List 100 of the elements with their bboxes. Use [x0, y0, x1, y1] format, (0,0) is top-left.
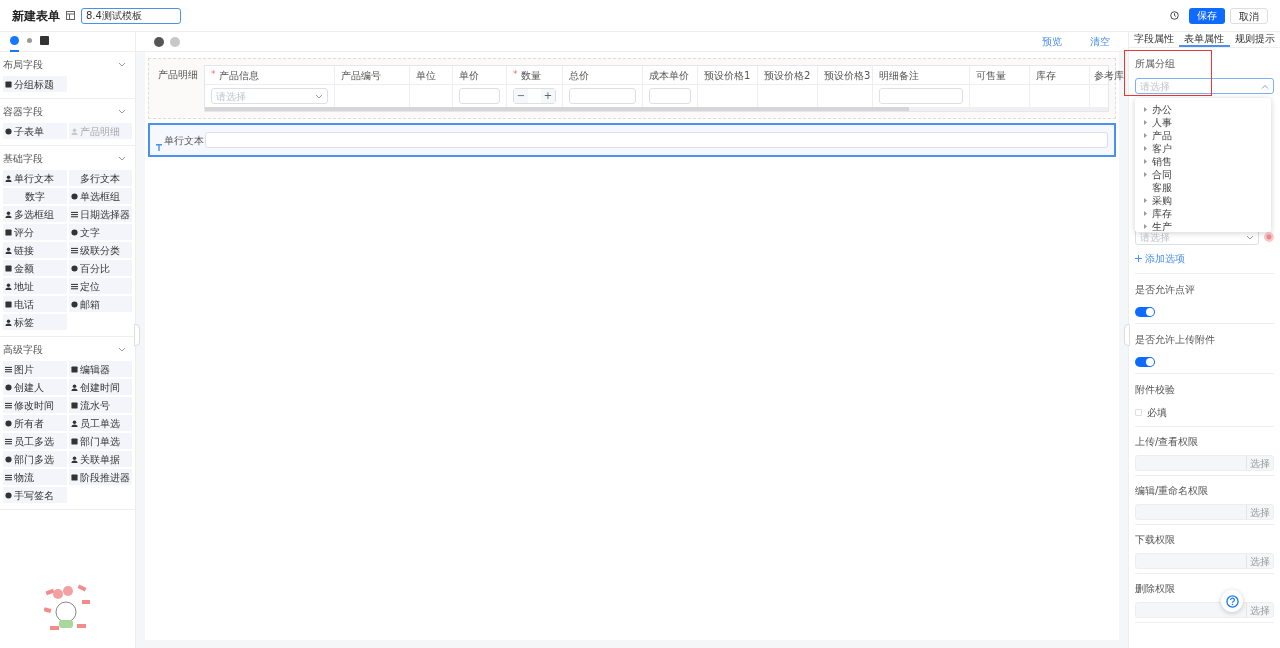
expand-arrow-icon[interactable] [1144, 224, 1147, 229]
field-type-item[interactable]: 百分比 [68, 260, 132, 276]
collapse-handle[interactable] [1124, 324, 1130, 346]
field-type-item[interactable]: 子表单 [3, 123, 67, 139]
circle-icon [5, 383, 12, 391]
setting-label: 上传/查看权限 [1135, 435, 1200, 449]
field-type-item[interactable]: 电话 [3, 296, 67, 312]
square-icon [70, 437, 78, 445]
expand-arrow-icon[interactable] [1144, 120, 1147, 125]
page-title: 新建表单 [12, 7, 60, 25]
field-type-item[interactable]: 修改时间 [3, 397, 67, 413]
field-type-item[interactable]: 金额 [3, 260, 67, 276]
field-type-item[interactable]: 链接 [3, 242, 67, 258]
template-name-field[interactable]: 8.4测试模板 [81, 7, 181, 24]
field-type-item[interactable]: 文字 [68, 224, 132, 240]
plus-icon [1135, 255, 1142, 262]
square-icon [70, 473, 78, 481]
field-type-item[interactable]: 物流 [3, 469, 67, 485]
field-type-item[interactable]: 分组标题 [3, 76, 67, 92]
tree-option[interactable]: 采购 [1135, 194, 1271, 207]
field-type-item[interactable]: 阶段推进器 [68, 469, 132, 485]
tree-option[interactable]: 库存 [1135, 207, 1271, 220]
tree-option[interactable]: 客户 [1135, 142, 1271, 155]
text-input-field[interactable] [205, 132, 1108, 148]
column-header: 数量 [520, 68, 541, 83]
field-type-item[interactable]: 部门多选 [3, 451, 67, 467]
field-type-item[interactable]: 地址 [3, 278, 67, 294]
expand-arrow-icon[interactable] [1144, 133, 1147, 138]
text-type-icon [156, 144, 162, 151]
list-icon [70, 210, 78, 218]
checkbox[interactable] [1135, 409, 1142, 416]
field-type-item[interactable]: 编辑器 [68, 361, 132, 377]
column-header: 预设价格1 [704, 68, 751, 83]
expand-arrow-icon[interactable] [1144, 146, 1147, 151]
save-button[interactable]: 保存 [1189, 7, 1225, 24]
tree-option[interactable]: 生产 [1135, 220, 1271, 232]
field-type-item[interactable]: 创建人 [3, 379, 67, 395]
field-type-item[interactable]: 所有者 [3, 415, 67, 431]
field-type-item[interactable]: 流水号 [68, 397, 132, 413]
field-type-item[interactable]: 标签 [3, 314, 67, 330]
field-type-item[interactable]: 部门单选 [68, 433, 132, 449]
field-type-item[interactable]: 多行文本 [68, 170, 132, 186]
expand-arrow-icon[interactable] [1144, 107, 1147, 112]
field-type-item[interactable]: 日期选择器 [68, 206, 132, 222]
help-button[interactable] [1221, 590, 1243, 612]
expand-arrow-icon[interactable] [1144, 172, 1147, 177]
chevron-down-icon [1246, 234, 1254, 240]
input-field[interactable] [649, 88, 691, 104]
field-type-item[interactable]: 邮箱 [68, 296, 132, 312]
required-mark: * [513, 68, 518, 82]
text-field-row[interactable]: 单行文本 [148, 123, 1116, 157]
input-field[interactable] [459, 88, 500, 104]
toggle-switch[interactable] [1135, 357, 1155, 367]
input-field[interactable] [879, 88, 963, 104]
field-type-item[interactable]: 单行文本 [3, 170, 67, 186]
field-type-item[interactable]: 关联单据 [68, 451, 132, 467]
input-field[interactable] [569, 88, 636, 104]
expand-arrow-icon[interactable] [1144, 211, 1147, 216]
number-stepper[interactable]: − + [513, 88, 556, 104]
field-type-item[interactable]: 数字 [3, 188, 67, 204]
panel-tab[interactable]: 表单属性 [1179, 32, 1230, 47]
setting-label: 下载权限 [1135, 533, 1176, 547]
panel-tab[interactable]: 规则提示 [1229, 32, 1280, 47]
column-header: 产品编号 [341, 68, 381, 83]
tree-option[interactable]: 人事 [1135, 116, 1271, 129]
section-title: 高级字段 [3, 342, 43, 357]
field-type-item[interactable]: 图片 [3, 361, 67, 377]
square-icon [70, 401, 78, 409]
scrollbar[interactable] [205, 107, 910, 111]
tree-option[interactable]: 办公 [1135, 103, 1271, 116]
plus-button[interactable]: + [541, 89, 555, 103]
cancel-button[interactable]: 取消 [1230, 7, 1268, 24]
square-icon [5, 228, 12, 236]
remove-icon[interactable] [1264, 232, 1274, 242]
layout-icon[interactable] [66, 11, 75, 20]
field-type-item[interactable]: 单选框组 [68, 188, 132, 204]
chevron-down-icon [118, 346, 126, 352]
tree-option[interactable]: 销售 [1135, 155, 1271, 168]
column-header: 成本单价 [649, 68, 689, 83]
clock-icon[interactable] [1170, 11, 1179, 20]
field-type-item[interactable]: 员工多选 [3, 433, 67, 449]
field-type-item[interactable]: 定位 [68, 278, 132, 294]
tree-option[interactable]: 合同 [1135, 168, 1271, 181]
panel-tab[interactable]: 字段属性 [1129, 32, 1180, 47]
field-type-item[interactable]: 员工单选 [68, 415, 132, 431]
expand-arrow-icon[interactable] [1144, 198, 1147, 203]
field-label: 单行文本 [164, 133, 205, 148]
section-title: 布局字段 [3, 57, 43, 72]
tree-option[interactable]: 客服 [1135, 181, 1271, 194]
expand-arrow-icon[interactable] [1144, 159, 1147, 164]
field-type-item[interactable]: 创建时间 [68, 379, 132, 395]
column-header: 预设价格2 [764, 68, 811, 83]
chevron-down-icon [315, 93, 323, 99]
field-type-item[interactable]: 手写签名 [3, 487, 67, 503]
toggle-switch[interactable] [1135, 307, 1155, 317]
field-type-item[interactable]: 级联分类 [68, 242, 132, 258]
field-type-item[interactable]: 评分 [3, 224, 67, 240]
minus-button[interactable]: − [514, 89, 528, 103]
field-type-item[interactable]: 多选框组 [3, 206, 67, 222]
tree-option[interactable]: 产品 [1135, 129, 1271, 142]
